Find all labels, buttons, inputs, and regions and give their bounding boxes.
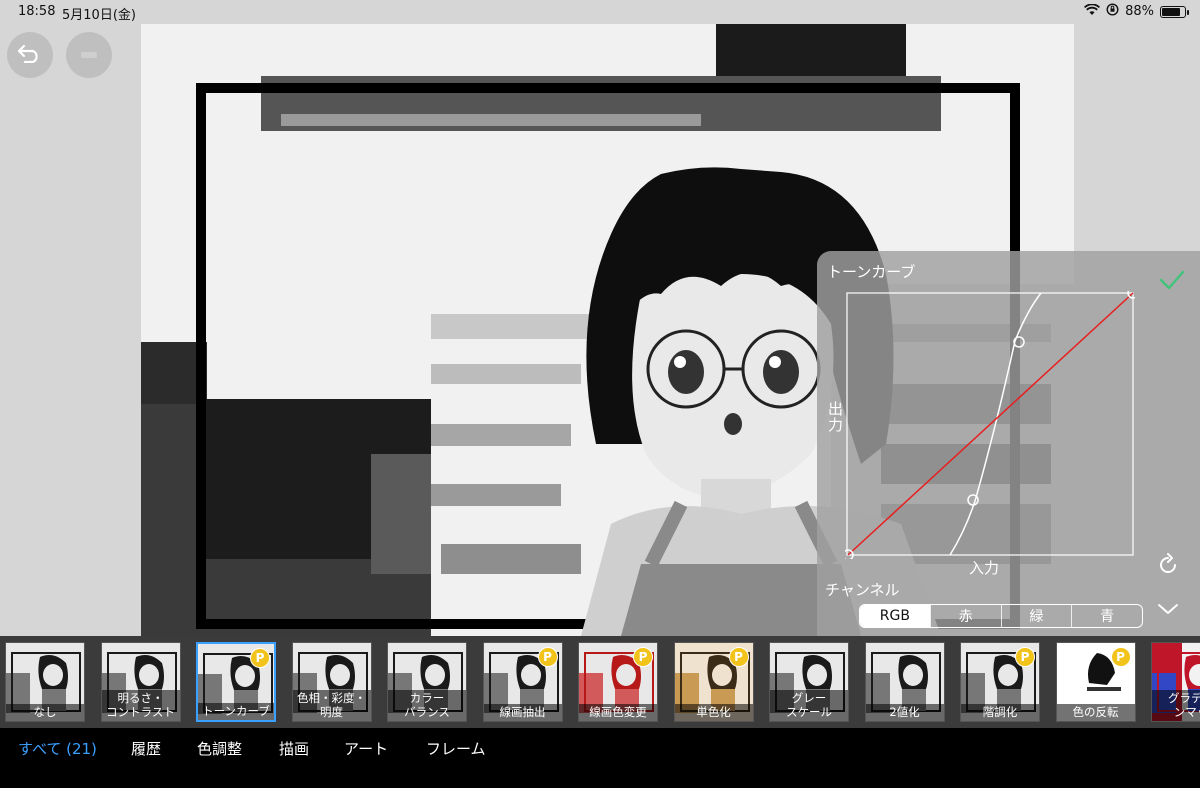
channel-selector: RGB 赤 緑 青 — [859, 604, 1143, 628]
orientation-lock-icon — [1106, 3, 1119, 20]
filter-label: 色の反転 — [1056, 704, 1135, 721]
premium-badge-icon: P — [537, 647, 558, 667]
filter-thumbnail[interactable]: 2値化 — [864, 642, 945, 722]
chevron-down-icon — [1157, 601, 1179, 620]
channel-label: チャンネル — [825, 581, 900, 599]
curve-control-point[interactable] — [967, 494, 979, 506]
category-tabs: すべて (21) 履歴 色調整 描画 アート フレーム — [0, 728, 1200, 788]
status-indicators: 88% — [1084, 3, 1189, 20]
status-bar: 18:58 5月10日(金) 88% — [0, 0, 1200, 24]
tab-color-adjust[interactable]: 色調整 — [197, 738, 242, 759]
tab-all[interactable]: すべて (21) — [18, 738, 97, 759]
tab-art[interactable]: アート — [344, 738, 388, 759]
filter-label: グレー スケール — [770, 690, 848, 721]
filter-thumbnail[interactable]: P 線画抽出 — [482, 642, 563, 722]
battery-percent: 88% — [1125, 4, 1154, 19]
battery-icon — [1160, 5, 1189, 18]
tone-curve-line[interactable] — [847, 292, 1134, 556]
tab-drawing[interactable]: 描画 — [279, 738, 309, 759]
filter-label: 線画抽出 — [483, 704, 562, 721]
x-axis-label: 入力 — [969, 559, 1000, 577]
filter-thumbnail[interactable]: P 線画色変更 — [578, 642, 658, 722]
filter-label: 2値化 — [865, 704, 944, 721]
tone-curve-graph[interactable] — [845, 291, 1135, 559]
channel-red[interactable]: 赤 — [929, 605, 1001, 627]
filter-label: なし — [6, 704, 84, 721]
y-axis-label: 出力 — [826, 401, 844, 433]
channel-rgb[interactable]: RGB — [860, 605, 930, 627]
collapse-button[interactable] — [1157, 601, 1179, 620]
premium-badge-icon: P — [1015, 647, 1035, 667]
reset-button[interactable] — [1156, 553, 1180, 581]
redo-icon — [79, 46, 99, 65]
reset-icon — [1156, 553, 1180, 581]
filter-thumbnail[interactable]: P 単色化 — [673, 642, 754, 722]
filter-label: 色相・彩度・ 明度 — [292, 690, 371, 721]
undo-button[interactable] — [7, 32, 53, 78]
filter-label: グラデー ンマッ — [1152, 690, 1200, 721]
tone-curve-panel: トーンカーブ 出力 入力 チャンネル RGB 赤 緑 青 — [817, 251, 1200, 636]
tab-frame[interactable]: フレーム — [426, 738, 486, 759]
filter-label: 線画色変更 — [579, 704, 657, 721]
wifi-icon — [1084, 3, 1101, 20]
filter-label: 単色化 — [674, 704, 753, 721]
status-date: 5月10日(金) — [62, 8, 136, 23]
filter-thumbnail[interactable]: 色相・彩度・ 明度 — [291, 642, 372, 722]
status-time: 18:58 — [18, 4, 56, 19]
filter-thumbnail[interactable]: なし — [5, 642, 85, 722]
premium-badge-icon: P — [1110, 647, 1131, 667]
filter-label: 階調化 — [961, 704, 1039, 721]
tab-history[interactable]: 履歴 — [131, 738, 161, 759]
filter-thumbnail[interactable]: グラデー ンマッ — [1151, 642, 1200, 722]
channel-blue[interactable]: 青 — [1071, 605, 1142, 627]
confirm-button[interactable] — [1159, 269, 1185, 295]
filter-label: 明るさ・ コントラスト — [101, 690, 180, 721]
filter-label: トーンカーブ — [198, 703, 274, 720]
filter-strip[interactable]: なし 明るさ・ コントラスト P トーンカーブ 色相・彩度・ 明度 カラー バラン… — [0, 636, 1200, 728]
channel-green[interactable]: 緑 — [1000, 605, 1072, 627]
premium-badge-icon: P — [728, 647, 749, 667]
filter-thumbnail[interactable]: P 階調化 — [960, 642, 1040, 722]
filter-thumbnail[interactable]: P 色の反転 — [1055, 642, 1136, 722]
filter-thumbnail[interactable]: P トーンカーブ — [196, 642, 276, 722]
checkmark-icon — [1159, 270, 1185, 295]
filter-thumbnail[interactable]: 明るさ・ コントラスト — [100, 642, 181, 722]
premium-badge-icon: P — [633, 647, 653, 667]
redo-button[interactable] — [66, 32, 112, 78]
undo-arrow-icon — [17, 43, 43, 67]
filter-thumbnail[interactable]: グレー スケール — [769, 642, 849, 722]
premium-badge-icon: P — [250, 648, 270, 668]
panel-title: トーンカーブ — [827, 263, 916, 281]
filter-label: カラー バランス — [388, 690, 466, 721]
filter-thumbnail[interactable]: カラー バランス — [387, 642, 467, 722]
